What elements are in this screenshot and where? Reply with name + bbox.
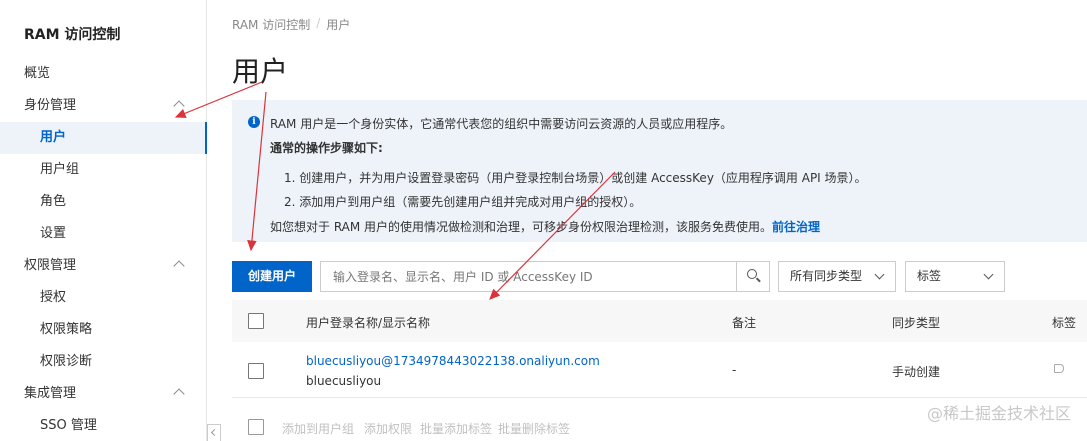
breadcrumb-current: 用户 [326,18,351,32]
info-icon: i [248,116,260,128]
sidebar-item-roles[interactable]: 角色 [0,186,207,218]
sidebar-item-settings[interactable]: 设置 [0,218,207,250]
column-header-note: 备注 [732,316,757,330]
row-checkbox[interactable] [248,363,264,379]
user-display-name: bluecusliyou [306,374,382,388]
watermark: @稀土掘金技术社区 [926,404,1071,423]
bulk-remove-tags-button[interactable]: 批量删除标签 [498,420,570,437]
sidebar-item-user-groups[interactable]: 用户组 [0,154,207,186]
chevron-up-icon[interactable] [173,100,185,112]
chevron-down-icon [874,269,885,280]
bulk-select-checkbox[interactable] [248,419,264,435]
column-header-login: 用户登录名称/显示名称 [306,316,431,330]
info-step-2: 2. 添加用户到用户组（需要先创建用户组并完成对用户组的授权）。 [284,195,642,209]
chevron-down-icon [983,269,994,280]
search-input[interactable] [321,262,731,291]
sidebar-item-overview[interactable]: 概览 [0,58,207,90]
info-step-1: 1. 创建用户，并为用户设置登录密码（用户登录控制台场景）或创建 AccessK… [284,171,867,185]
column-header-sync: 同步类型 [892,316,941,330]
sidebar-group-integration[interactable]: 集成管理 [0,378,207,410]
table-row: bluecusliyou@1734978443022138.onaliyun.c… [232,342,1087,398]
user-login-link[interactable]: bluecusliyou@1734978443022138.onaliyun.c… [306,354,600,368]
sidebar-group-identity[interactable]: 身份管理 [0,90,207,122]
user-note: - [732,363,737,377]
tag-select[interactable]: 标签 [905,261,1005,292]
table-header: 用户登录名称/显示名称 备注 同步类型 标签 [232,300,1087,342]
governance-link[interactable]: 前往治理 [772,220,820,234]
bulk-add-tags-button[interactable]: 批量添加标签 [420,420,492,437]
chevron-up-icon[interactable] [173,260,185,272]
tag-icon[interactable] [1054,364,1064,373]
breadcrumb: RAM 访问控制 / 用户 [232,16,350,33]
info-governance-text: 如您想对于 RAM 用户的使用情况做检测和治理，可移步身份权限治理检测，该服务免… [270,220,773,234]
users-table: 用户登录名称/显示名称 备注 同步类型 标签 bluecusliyou@1734… [232,300,1087,398]
bulk-add-to-group-button[interactable]: 添加到用户组 [282,420,354,437]
sidebar-item-grants[interactable]: 授权 [0,282,207,314]
create-user-button[interactable]: 创建用户 [232,261,312,292]
sidebar: RAM 访问控制 概览 身份管理 用户 用户组 角色 设置 权限管理 授权 权限… [0,0,207,441]
breadcrumb-separator: / [316,16,321,30]
tag-select-value: 标签 [917,269,942,283]
sidebar-item-users[interactable]: 用户 [0,122,207,154]
info-governance: 如您想对于 RAM 用户的使用情况做检测和治理，可移步身份权限治理检测，该服务免… [270,218,820,235]
sidebar-group-label: 身份管理 [24,98,77,113]
sidebar-item-sso[interactable]: SSO 管理 [0,410,207,441]
user-sync-type: 手动创建 [892,365,941,379]
breadcrumb-root[interactable]: RAM 访问控制 [232,16,310,33]
column-header-tags: 标签 [1052,316,1077,330]
sidebar-group-label: 权限管理 [24,258,77,273]
toolbar: 创建用户 所有同步类型 标签 [232,261,1087,292]
chevron-up-icon[interactable] [173,388,185,400]
select-all-checkbox[interactable] [248,313,264,329]
info-steps-heading: 通常的操作步骤如下: [270,141,383,155]
sidebar-nav: 概览 身份管理 用户 用户组 角色 设置 权限管理 授权 权限策略 权限诊断 集… [0,58,207,441]
search-button[interactable] [736,262,769,291]
info-banner: i RAM 用户是一个身份实体，它通常代表您的组织中需要访问云资源的人员或应用程… [232,100,1087,242]
bulk-add-permission-button[interactable]: 添加权限 [364,420,412,437]
page-title: 用户 [232,55,289,88]
info-description: RAM 用户是一个身份实体，它通常代表您的组织中需要访问云资源的人员或应用程序。 [270,117,733,131]
sidebar-item-diagnosis[interactable]: 权限诊断 [0,346,207,378]
sync-type-value: 所有同步类型 [790,269,863,283]
search-box [320,261,770,292]
main-content: RAM 访问控制 / 用户 用户 i RAM 用户是一个身份实体，它通常代表您的… [208,0,1087,441]
sync-type-select[interactable]: 所有同步类型 [778,261,896,292]
sidebar-group-label: 集成管理 [24,386,77,401]
search-icon [747,269,757,279]
app-title: RAM 访问控制 [24,27,121,43]
sidebar-group-permissions[interactable]: 权限管理 [0,250,207,282]
sidebar-item-policies[interactable]: 权限策略 [0,314,207,346]
